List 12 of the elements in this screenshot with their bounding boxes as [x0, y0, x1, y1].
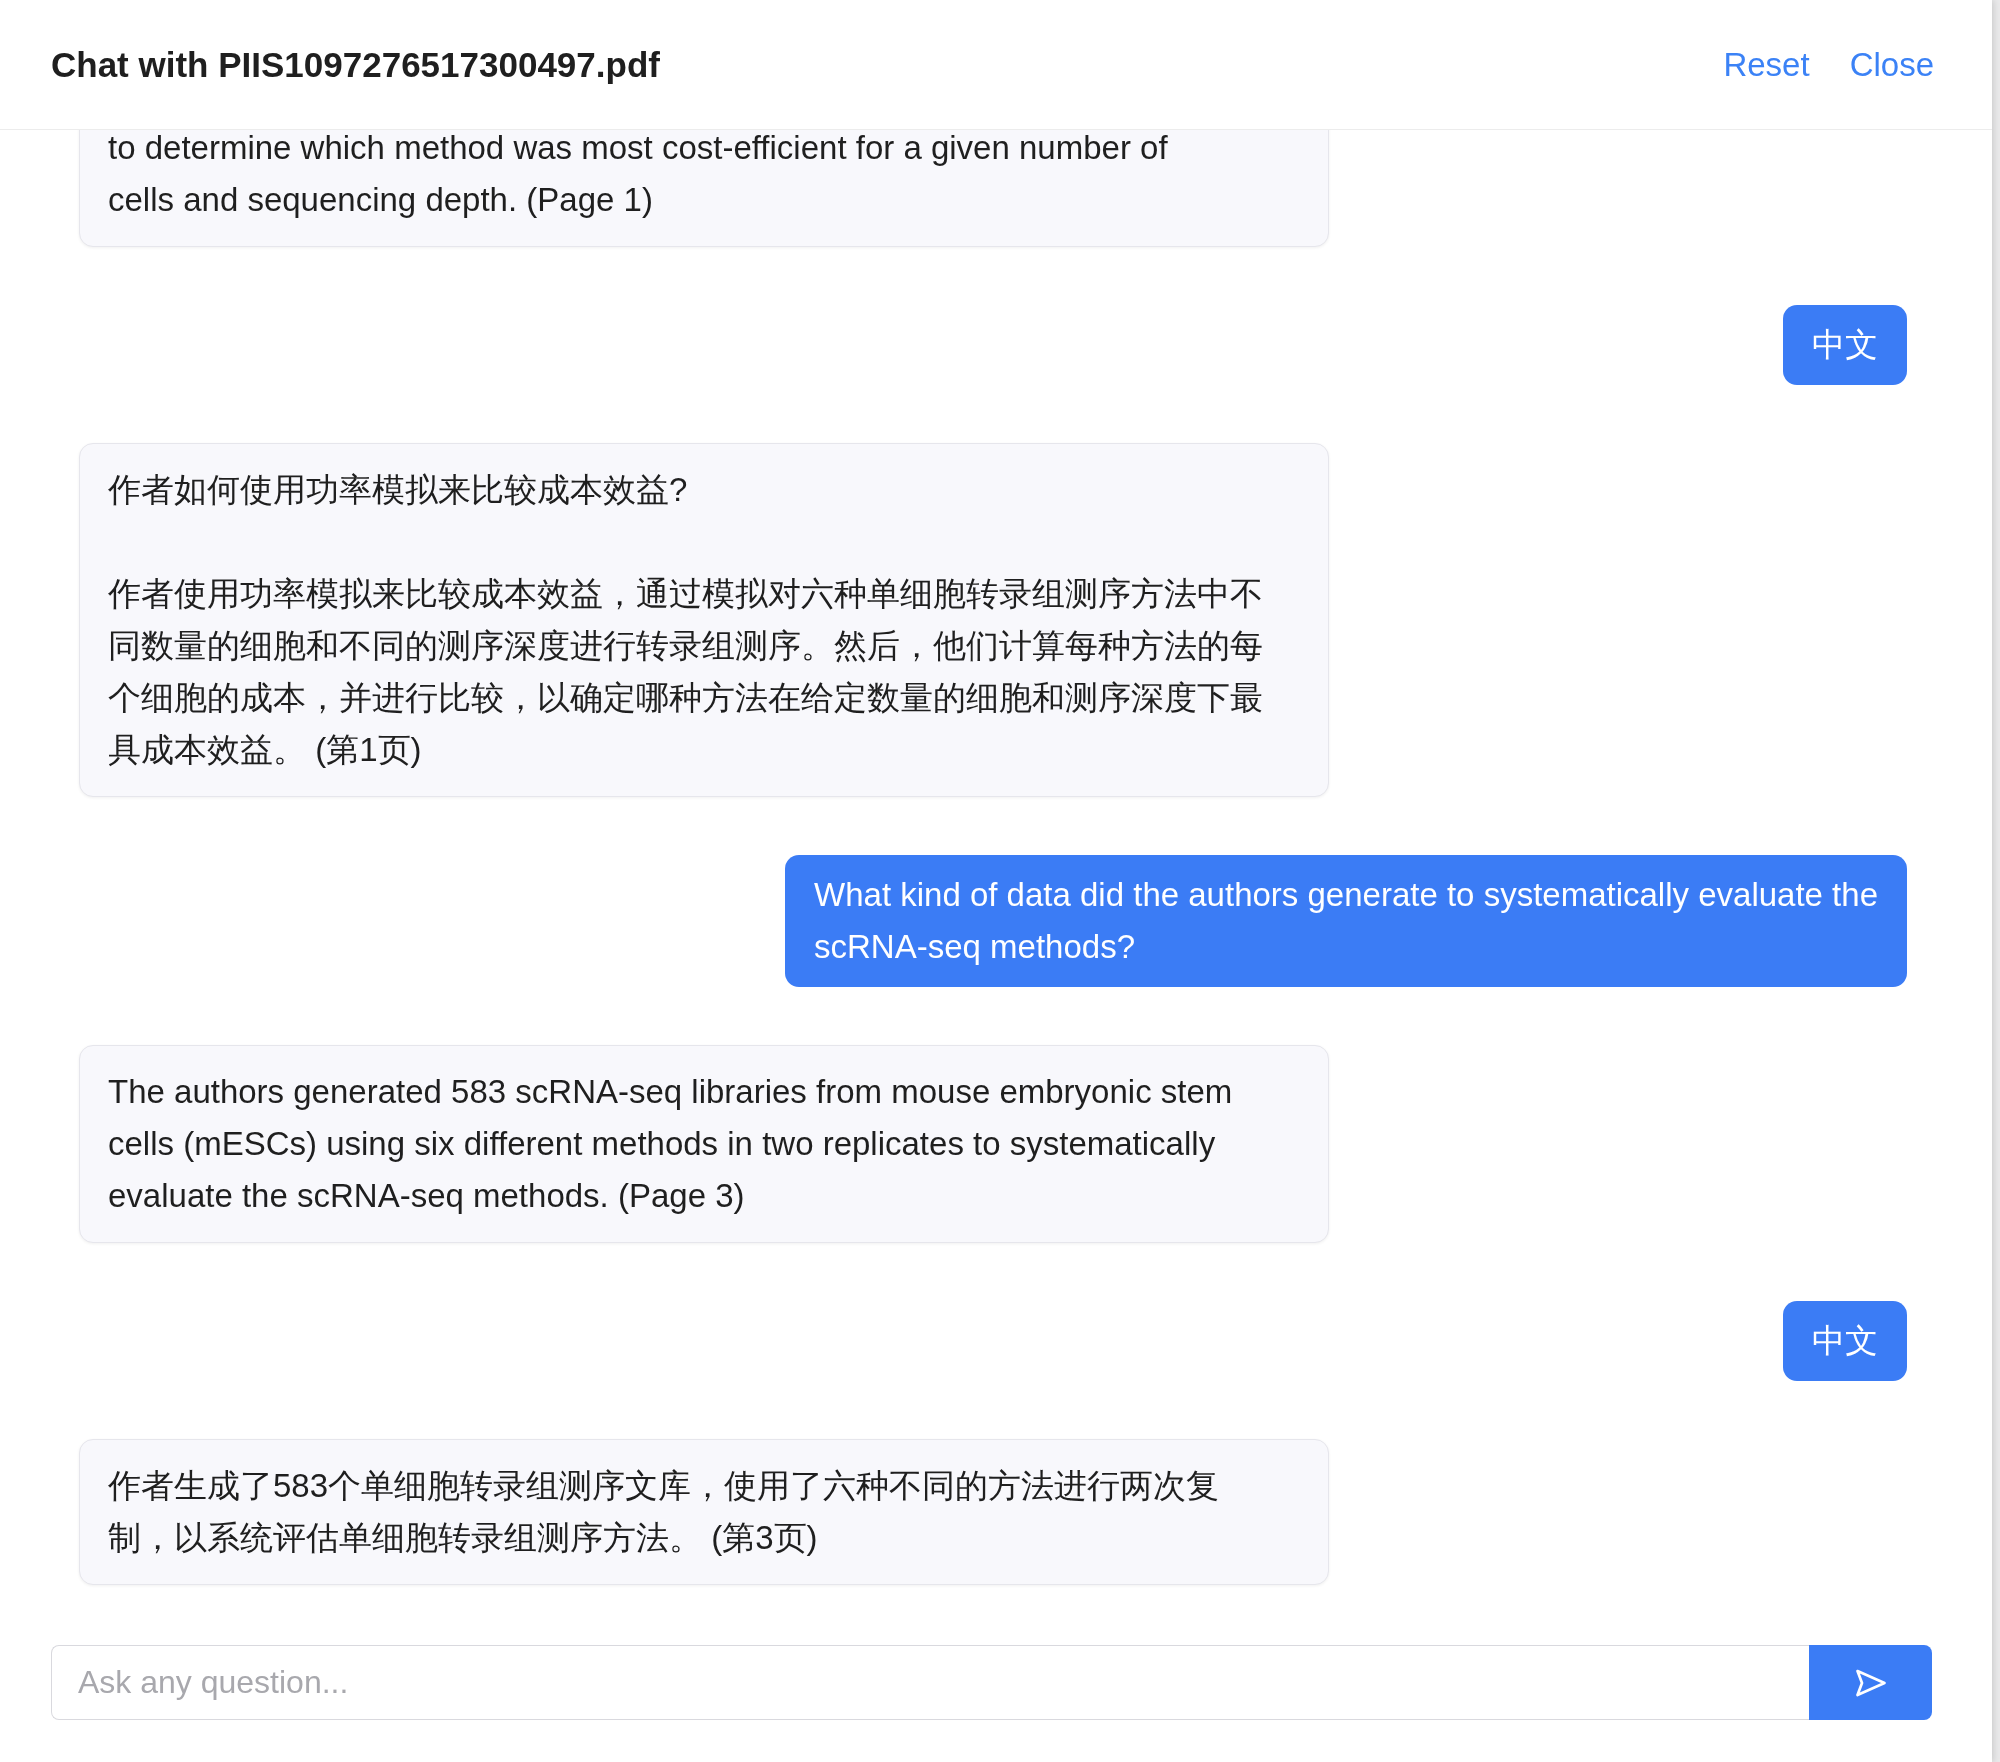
chat-title: Chat with PIIS1097276517300497.pdf	[51, 44, 660, 85]
assistant-message: 作者生成了583个单细胞转录组测序文库，使用了六种不同的方法进行两次复制，以系统评估单细胞转录组测序方法。 (第3页)	[79, 1439, 1329, 1585]
user-message: 中文	[1783, 1301, 1907, 1381]
header-link[interactable]: Close	[1849, 45, 1934, 84]
assistant-message: The authors generated 583 scRNA-seq libraries from mouse embryonic stem cells (mESCs) using six different methods in two replicates to systematically evaluate the scRNA-seq methods. (Page 3)	[79, 1045, 1329, 1243]
user-message: What kind of data did the authors generate to systematically evaluate the scRNA-seq methods?	[785, 855, 1907, 987]
question-input[interactable]: Ask any question...	[51, 1645, 1809, 1720]
header-link[interactable]: Reset	[1723, 45, 1810, 84]
user-message: 中文	[1783, 305, 1907, 385]
assistant-message: 作者如何使用功率模拟来比较成本效益? 作者使用功率模拟来比较成本效益，通过模拟对六种单细胞转录组测序方法中不同数量的细胞和不同的测序深度进行转录组测序。然后，他们计算每种方法的每个细胞的成本，并进行比较，以确定哪种方法在给定数量的细胞和测序深度下最具成本效益。 (第1页)	[79, 443, 1329, 797]
assistant-message: to determine which method was most cost-efficient for a given number of cells and sequencing depth. (Page 1)	[79, 130, 1329, 247]
send-button[interactable]	[1809, 1645, 1932, 1720]
